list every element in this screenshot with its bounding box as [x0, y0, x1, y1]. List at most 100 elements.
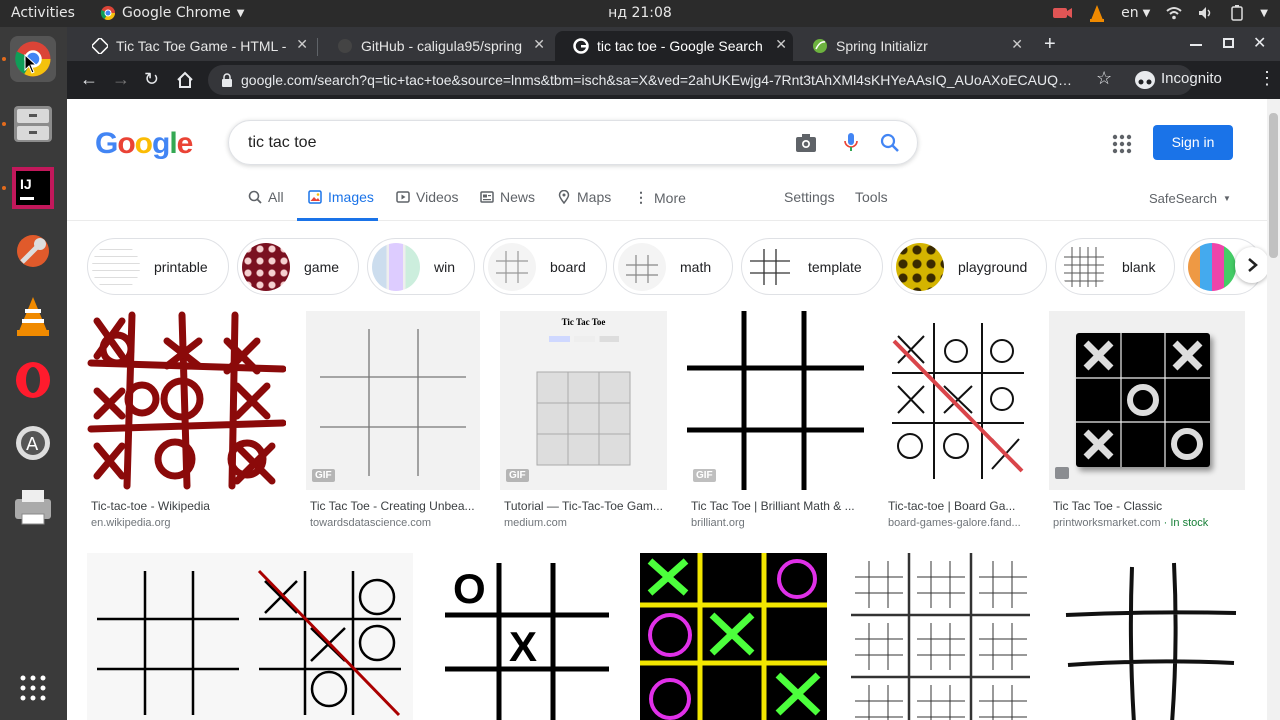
battery-icon[interactable]	[1230, 5, 1244, 21]
dock-item-settings[interactable]	[10, 228, 56, 274]
dock-item-files[interactable]	[10, 101, 56, 147]
vlc-tray-icon[interactable]	[1089, 4, 1105, 22]
incognito-label[interactable]: Incognito	[1161, 70, 1222, 87]
dock-item-software-updater[interactable]: A	[10, 420, 56, 466]
chip-playground[interactable]: playground	[891, 238, 1047, 295]
chevron-down-icon: ▼	[1142, 7, 1151, 19]
bookmark-star-icon[interactable]: ☆	[1096, 68, 1112, 89]
settings-link[interactable]: Settings	[784, 189, 835, 205]
scrollbar-thumb[interactable]	[1269, 113, 1278, 258]
tab-maps[interactable]: Maps	[557, 189, 611, 205]
tab-google-search[interactable]: tic tac toe - Google Search ✕	[555, 31, 793, 61]
video-icon	[396, 191, 410, 203]
close-window-icon[interactable]: ✕	[1253, 33, 1266, 53]
result-thumbnail[interactable]: O X	[433, 553, 621, 720]
tab-github[interactable]: GitHub - caligula95/spring ✕	[319, 31, 551, 61]
tab-tic-tac-toe-game[interactable]: Tic Tac Toe Game - HTML - ✕	[74, 31, 314, 61]
chip-label: template	[808, 258, 862, 275]
page-scrollbar[interactable]	[1267, 99, 1280, 720]
result-thumbnail[interactable]	[884, 311, 1029, 490]
google-apps-icon[interactable]	[1111, 133, 1133, 155]
result-site[interactable]: towardsdatascience.com	[310, 517, 482, 529]
result-title[interactable]: Tic-tac-toe - Wikipedia	[91, 499, 286, 513]
close-tab-icon[interactable]: ✕	[1011, 36, 1023, 53]
chip-win[interactable]: win	[367, 238, 475, 295]
dock-item-chrome[interactable]	[10, 36, 56, 82]
forward-arrow-icon[interactable]: →	[112, 69, 130, 90]
result-site[interactable]: printworksmarket.com · In stock	[1053, 517, 1247, 529]
tab-spring-initializr[interactable]: Spring Initializr ✕	[794, 31, 1029, 61]
chip-template[interactable]: template	[741, 238, 883, 295]
back-arrow-icon[interactable]: ←	[80, 69, 98, 90]
result-title[interactable]: Tic Tac Toe | Brilliant Math & ...	[691, 499, 866, 513]
activities-button[interactable]: Activities	[11, 5, 75, 21]
wrench-icon	[17, 235, 49, 267]
camera-icon[interactable]	[1053, 6, 1073, 20]
dock-item-intellij[interactable]: IJ	[10, 165, 56, 211]
chips-next-button[interactable]	[1235, 247, 1267, 283]
maximize-icon[interactable]	[1223, 38, 1234, 48]
microphone-icon[interactable]	[843, 132, 859, 154]
dock-item-opera[interactable]	[10, 357, 56, 403]
close-tab-icon[interactable]: ✕	[296, 36, 308, 53]
search-tabs: All Images Videos News Maps ⋮ More Setti…	[67, 184, 1267, 221]
close-tab-icon[interactable]: ✕	[775, 36, 787, 53]
result-title[interactable]: Tic Tac Toe - Creating Unbea...	[310, 499, 482, 513]
google-logo[interactable]: Google	[95, 127, 193, 161]
camera-search-icon[interactable]	[795, 133, 817, 153]
language-indicator[interactable]: en	[1121, 5, 1139, 21]
active-tab-indicator	[297, 218, 378, 221]
search-input[interactable]: tic tac toe	[228, 120, 918, 165]
dock-item-vlc[interactable]	[10, 293, 56, 339]
result-thumbnail[interactable]	[1054, 553, 1245, 720]
system-tray[interactable]: en ▼ ▼	[1053, 4, 1268, 22]
safesearch-menu[interactable]: SafeSearch ▼	[1149, 191, 1231, 206]
tab-more[interactable]: ⋮ More	[634, 189, 686, 206]
result-title[interactable]: Tutorial — Tic-Tac-Toe Gam...	[504, 499, 669, 513]
chip-game[interactable]: game	[237, 238, 359, 295]
search-query: tic tac toe	[248, 134, 317, 151]
new-tab-icon[interactable]: +	[1044, 33, 1056, 56]
volume-icon[interactable]	[1198, 6, 1214, 20]
show-applications-button[interactable]	[10, 665, 56, 711]
wifi-icon[interactable]	[1166, 6, 1182, 20]
result-thumbnail[interactable]	[640, 553, 827, 720]
result-thumbnail[interactable]	[87, 553, 413, 720]
result-thumbnail[interactable]: GIF	[306, 311, 480, 490]
result-thumbnail[interactable]	[1049, 311, 1245, 490]
intellij-icon: IJ	[12, 167, 54, 209]
tab-videos[interactable]: Videos	[396, 189, 459, 205]
result-title[interactable]: Tic-tac-toe | Board Ga...	[888, 499, 1031, 513]
tab-news[interactable]: News	[480, 189, 535, 205]
home-icon[interactable]	[176, 71, 194, 89]
chip-label: math	[680, 258, 712, 275]
result-site[interactable]: en.wikipedia.org	[91, 517, 286, 529]
menu-dots-icon[interactable]: ⋮	[1258, 68, 1276, 89]
sign-in-button[interactable]: Sign in	[1153, 125, 1233, 160]
chip-printable[interactable]: printable	[87, 238, 229, 295]
search-icon[interactable]	[880, 133, 900, 153]
result-title[interactable]: Tic Tac Toe - Classic	[1053, 499, 1247, 513]
codepen-favicon-icon	[92, 38, 108, 54]
chip-board[interactable]: board	[483, 238, 607, 295]
result-thumbnail[interactable]: Tic Tac Toe GIF	[500, 311, 667, 490]
dock-item-printer[interactable]	[10, 484, 56, 530]
chip-blank[interactable]: blank	[1055, 238, 1175, 295]
result-site[interactable]: brilliant.org	[691, 517, 866, 529]
minimize-icon[interactable]	[1190, 44, 1202, 46]
address-bar[interactable]: google.com/search?q=tic+tac+toe&source=l…	[208, 65, 1193, 95]
chip-math[interactable]: math	[613, 238, 733, 295]
app-menu[interactable]: Google Chrome ▼	[100, 5, 244, 21]
tab-images[interactable]: Images	[297, 189, 378, 221]
close-tab-icon[interactable]: ✕	[533, 36, 545, 53]
result-thumbnail[interactable]	[847, 553, 1034, 720]
reload-icon[interactable]: ↻	[144, 69, 159, 90]
tools-link[interactable]: Tools	[855, 189, 888, 205]
chip-label: game	[304, 258, 340, 275]
tab-all[interactable]: All	[248, 189, 284, 205]
result-site[interactable]: board-games-galore.fand...	[888, 517, 1031, 529]
result-site[interactable]: medium.com	[504, 517, 669, 529]
result-thumbnail[interactable]	[87, 311, 286, 490]
tab-label: All	[268, 189, 284, 205]
result-thumbnail[interactable]: GIF	[687, 311, 864, 490]
